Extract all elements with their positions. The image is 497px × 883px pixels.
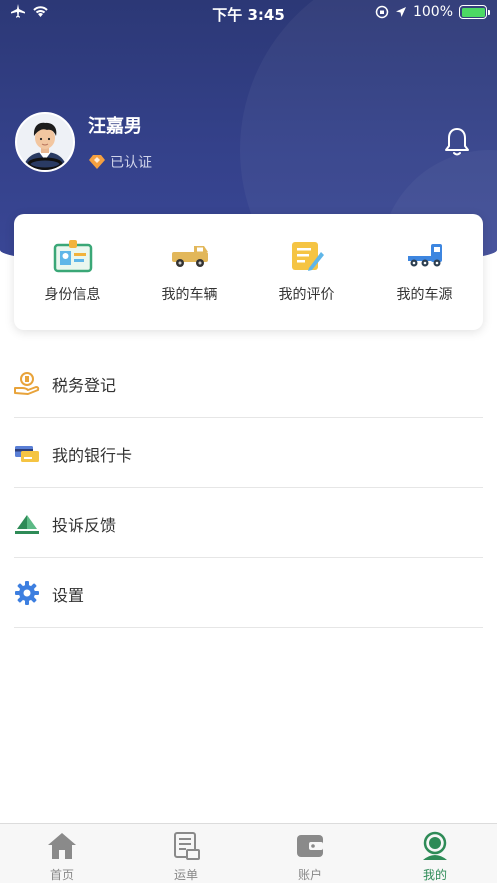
- truck-icon: [171, 246, 208, 267]
- quick-action-id-info[interactable]: 身份信息: [14, 214, 131, 330]
- home-icon: [48, 833, 76, 859]
- menu-item-complaint-feedback[interactable]: 投诉反馈: [14, 488, 483, 558]
- menu-item-tax-registration[interactable]: 税务登记: [14, 348, 483, 418]
- tab-bar: 首页 运单 账户 我的: [0, 823, 497, 883]
- quick-action-vehicle-source[interactable]: 我的车源: [366, 214, 483, 330]
- bell-icon[interactable]: [442, 126, 472, 158]
- tab-account[interactable]: 账户: [248, 824, 372, 883]
- status-bar: 下午 3:45 100%: [0, 0, 497, 26]
- menu-list: 税务登记 我的银行卡 投诉反馈 设置: [14, 348, 483, 628]
- diamond-icon: [89, 155, 105, 169]
- tax-coin-hand-icon: [14, 372, 40, 395]
- tractor-truck-icon: [407, 244, 442, 267]
- review-note-icon: [291, 242, 324, 271]
- tab-waybill[interactable]: 运单: [124, 824, 248, 883]
- tab-label: 首页: [49, 868, 74, 882]
- tab-label: 我的: [422, 868, 447, 882]
- menu-item-label: 设置: [52, 586, 85, 605]
- tab-home[interactable]: 首页: [0, 824, 124, 883]
- verified-badge: 已认证: [88, 152, 152, 172]
- menu-item-bank-card[interactable]: 我的银行卡: [14, 418, 483, 488]
- location-arrow-icon: [395, 7, 406, 17]
- quick-action-label: 我的评价: [278, 287, 335, 303]
- feedback-icon: [15, 515, 39, 534]
- verified-label: 已认证: [110, 155, 152, 171]
- quick-actions-card: 身份信息 我的车辆 我的评价 我的车源: [14, 214, 483, 330]
- quick-action-label: 身份信息: [44, 287, 101, 303]
- user-icon: [423, 831, 447, 860]
- id-card-icon: [53, 240, 92, 273]
- quick-action-label: 我的车辆: [161, 287, 218, 303]
- tab-label: 运单: [173, 868, 198, 882]
- menu-item-settings[interactable]: 设置: [14, 558, 483, 628]
- battery-percent: 100%: [412, 4, 453, 20]
- waybill-icon: [174, 832, 200, 860]
- menu-item-label: 我的银行卡: [52, 446, 133, 465]
- gear-icon: [15, 581, 39, 605]
- menu-item-label: 投诉反馈: [52, 516, 117, 535]
- quick-action-reviews[interactable]: 我的评价: [248, 214, 365, 330]
- quick-action-label: 我的车源: [396, 287, 453, 303]
- orientation-lock-icon: [375, 5, 389, 19]
- tab-mine[interactable]: 我的: [373, 824, 497, 883]
- quick-action-vehicle[interactable]: 我的车辆: [131, 214, 248, 330]
- wallet-icon: [297, 835, 323, 857]
- avatar[interactable]: [15, 112, 75, 172]
- driver-avatar-icon: [17, 114, 73, 170]
- menu-item-label: 税务登记: [52, 376, 117, 395]
- battery-icon: [459, 5, 490, 19]
- bank-card-icon: [15, 446, 39, 462]
- tab-label: 账户: [297, 868, 322, 882]
- user-name: 汪嘉男: [88, 116, 142, 137]
